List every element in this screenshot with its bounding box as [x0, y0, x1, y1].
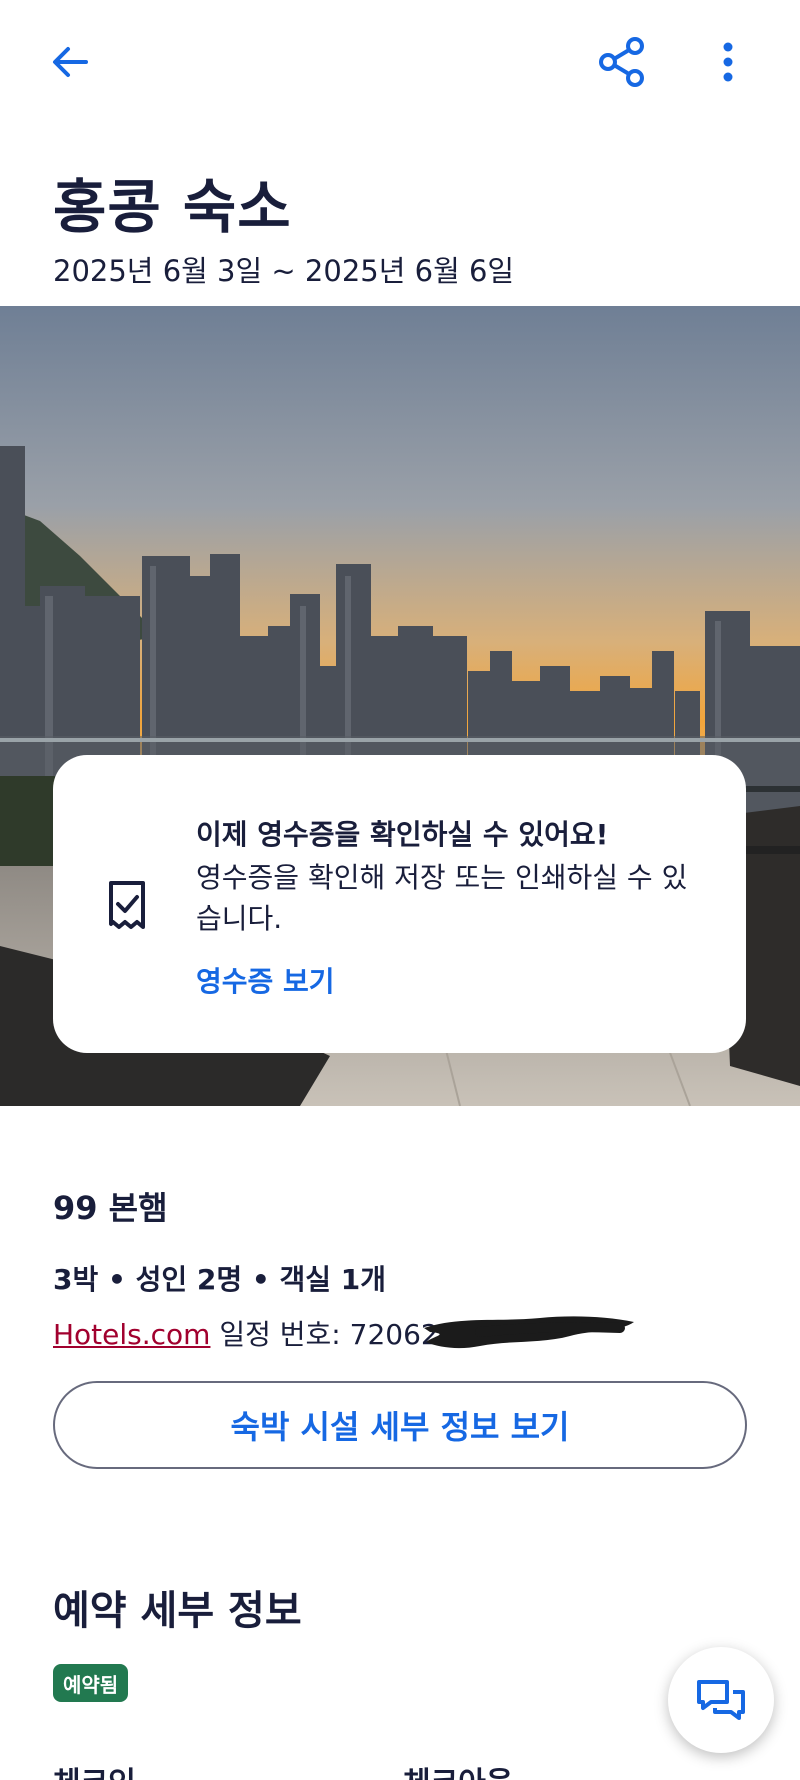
- itinerary-label: 일정 번호: 72062: [210, 1318, 439, 1351]
- hotels-com-link[interactable]: Hotels.com: [53, 1318, 210, 1351]
- chat-bubbles-icon: [697, 1680, 745, 1720]
- itinerary-number: Hotels.com 일정 번호: 72062: [53, 1313, 439, 1353]
- view-receipt-link[interactable]: 영수증 보기: [196, 960, 335, 1000]
- more-options-button[interactable]: [696, 30, 760, 94]
- hotel-name: 99 본햄: [53, 1189, 168, 1227]
- trip-dates: 2025년 6월 3일 ~ 2025년 6월 6일: [53, 254, 515, 288]
- trip-title: 홍콩 숙소: [53, 173, 292, 241]
- arrow-left-icon: [53, 47, 88, 77]
- back-button[interactable]: [38, 30, 102, 94]
- receipt-icon: [109, 881, 145, 929]
- checkout-label: 체크아웃: [403, 1758, 513, 1780]
- share-button[interactable]: [590, 30, 654, 94]
- more-vertical-icon: [723, 42, 733, 82]
- checkin-label: 체크인: [53, 1758, 136, 1780]
- receipt-notice-card: 이제 영수증을 확인하실 수 있어요! 영수증을 확인해 저장 또는 인쇄하실 …: [53, 755, 746, 1053]
- view-property-details-button[interactable]: 숙박 시설 세부 정보 보기: [53, 1381, 747, 1469]
- top-app-bar: [0, 0, 800, 130]
- receipt-card-description: 영수증을 확인해 저장 또는 인쇄하실 수 있습니다.: [196, 861, 688, 935]
- stay-summary: 3박 • 성인 2명 • 객실 1개: [53, 1263, 387, 1296]
- chat-button[interactable]: [668, 1647, 774, 1753]
- receipt-card-title: 이제 영수증을 확인하실 수 있어요!: [196, 818, 609, 851]
- redaction-scribble: [424, 1316, 634, 1349]
- status-badge: 예약됨: [53, 1664, 129, 1702]
- share-icon: [599, 37, 644, 87]
- booking-details-title: 예약 세부 정보: [53, 1588, 302, 1634]
